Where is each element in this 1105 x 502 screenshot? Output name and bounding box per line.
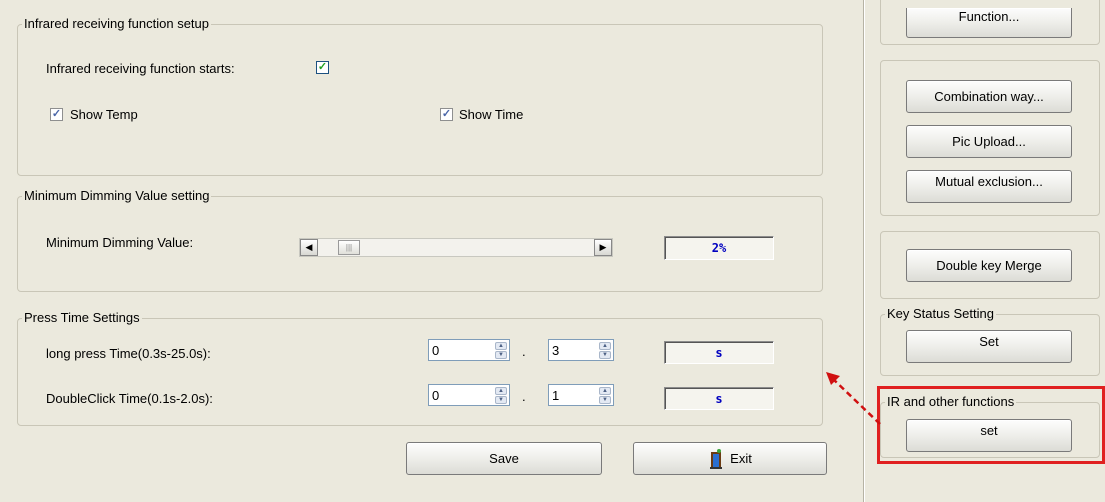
check-icon: ✓ bbox=[51, 108, 62, 120]
long-press-separator: . bbox=[522, 344, 526, 359]
mutual-exclusion-label: Mutual exclusion... bbox=[935, 174, 1043, 189]
double-click-int-value[interactable]: 0 bbox=[432, 388, 439, 403]
exit-door-icon bbox=[708, 448, 724, 469]
spin-up-icon[interactable]: ▲ bbox=[599, 342, 611, 350]
long-press-label: long press Time(0.3s-25.0s): bbox=[46, 346, 211, 361]
double-click-label: DoubleClick Time(0.1s-2.0s): bbox=[46, 391, 213, 406]
spin-down-icon[interactable]: ▼ bbox=[599, 351, 611, 359]
chevron-left-icon: ◀ bbox=[305, 242, 313, 252]
spin-up-icon[interactable]: ▲ bbox=[599, 387, 611, 395]
key-status-set-button[interactable]: Set bbox=[906, 330, 1072, 363]
infrared-setup-group: Infrared receiving function setup bbox=[17, 16, 823, 176]
double-click-unit: s bbox=[664, 387, 774, 410]
double-key-merge-label: Double key Merge bbox=[936, 258, 1042, 273]
check-icon: ✓ bbox=[441, 108, 452, 120]
long-press-frac-value[interactable]: 3 bbox=[552, 343, 559, 358]
spin-down-icon[interactable]: ▼ bbox=[495, 351, 507, 359]
grip-icon: ||| bbox=[345, 243, 353, 252]
long-press-int-spinner[interactable]: 0 ▲ ▼ bbox=[428, 339, 510, 361]
save-label: Save bbox=[489, 451, 519, 466]
dimming-value-display: 2% bbox=[664, 236, 774, 260]
spin-down-icon[interactable]: ▼ bbox=[599, 396, 611, 404]
check-icon: ✓ bbox=[317, 61, 328, 73]
mutual-exclusion-button[interactable]: Mutual exclusion... bbox=[906, 170, 1072, 203]
infrared-setup-title: Infrared receiving function setup bbox=[22, 16, 211, 31]
dimming-label: Minimum Dimming Value: bbox=[46, 235, 194, 250]
exit-label: Exit bbox=[730, 451, 752, 466]
combination-way-label: Combination way... bbox=[934, 89, 1044, 104]
press-time-title: Press Time Settings bbox=[22, 310, 142, 325]
pic-upload-label: Pic Upload... bbox=[952, 134, 1026, 149]
spin-down-icon[interactable]: ▼ bbox=[495, 396, 507, 404]
show-temp-label: Show Temp bbox=[70, 107, 138, 122]
long-press-frac-spinner[interactable]: 3 ▲ ▼ bbox=[548, 339, 614, 361]
show-time-checkbox[interactable]: ✓ bbox=[440, 108, 453, 121]
double-click-separator: . bbox=[522, 389, 526, 404]
highlight-box bbox=[877, 386, 1105, 464]
annotation-arrow-icon bbox=[826, 372, 881, 425]
double-click-frac-spinner[interactable]: 1 ▲ ▼ bbox=[548, 384, 614, 406]
double-key-merge-button[interactable]: Double key Merge bbox=[906, 249, 1072, 282]
combination-way-button[interactable]: Combination way... bbox=[906, 80, 1072, 113]
dimming-title: Minimum Dimming Value setting bbox=[22, 188, 212, 203]
infrared-starts-checkbox[interactable]: ✓ bbox=[316, 61, 329, 74]
infrared-starts-label: Infrared receiving function starts: bbox=[46, 61, 235, 76]
show-time-label: Show Time bbox=[459, 107, 524, 122]
key-status-title: Key Status Setting bbox=[885, 306, 996, 321]
function-button[interactable]: Function... bbox=[906, 8, 1072, 38]
long-press-int-value[interactable]: 0 bbox=[432, 343, 439, 358]
exit-button[interactable]: Exit bbox=[633, 442, 827, 475]
scroll-right-button[interactable]: ▶ bbox=[594, 239, 612, 256]
dimming-scrollbar[interactable]: ◀ ||| ▶ bbox=[299, 238, 613, 257]
scroll-left-button[interactable]: ◀ bbox=[300, 239, 318, 256]
save-button[interactable]: Save bbox=[406, 442, 602, 475]
double-click-frac-value[interactable]: 1 bbox=[552, 388, 559, 403]
function-label: Function... bbox=[958, 9, 1020, 24]
key-status-set-label: Set bbox=[979, 334, 999, 349]
long-press-unit: s bbox=[664, 341, 774, 364]
show-temp-checkbox[interactable]: ✓ bbox=[50, 108, 63, 121]
chevron-right-icon: ▶ bbox=[599, 242, 607, 252]
double-click-int-spinner[interactable]: 0 ▲ ▼ bbox=[428, 384, 510, 406]
spin-up-icon[interactable]: ▲ bbox=[495, 387, 507, 395]
spin-up-icon[interactable]: ▲ bbox=[495, 342, 507, 350]
scroll-thumb[interactable]: ||| bbox=[338, 240, 360, 255]
pic-upload-button[interactable]: Pic Upload... bbox=[906, 125, 1072, 158]
